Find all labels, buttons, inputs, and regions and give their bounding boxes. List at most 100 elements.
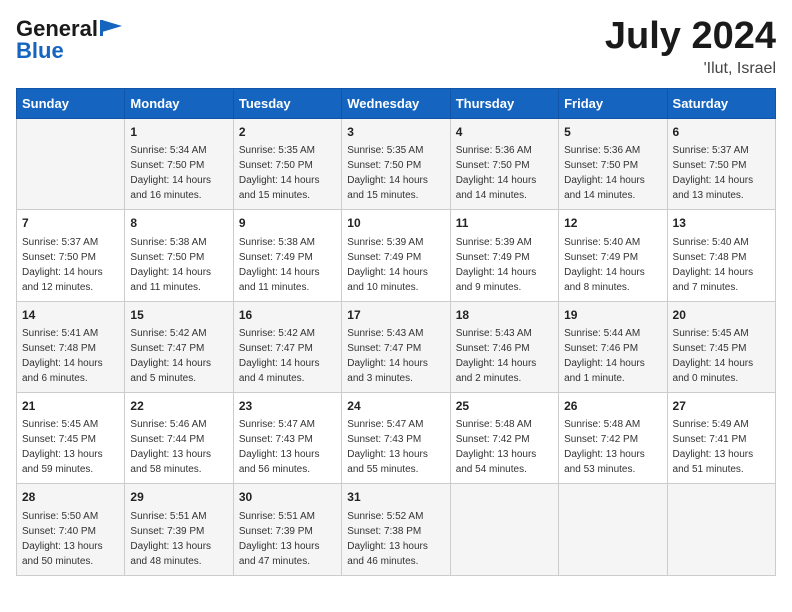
day-number: 7: [22, 215, 119, 232]
day-number: 6: [673, 124, 770, 141]
calendar-cell: [667, 484, 775, 575]
title-block: July 2024 'Ilut, Israel: [605, 16, 776, 78]
calendar-cell: 28 Sunrise: 5:50 AM Sunset: 7:40 PM Dayli…: [17, 484, 125, 575]
calendar-cell: 20 Sunrise: 5:45 AM Sunset: 7:45 PM Dayli…: [667, 301, 775, 392]
logo-blue-text: Blue: [16, 38, 64, 64]
calendar-cell: 2 Sunrise: 5:35 AM Sunset: 7:50 PM Daylig…: [233, 118, 341, 209]
day-number: 15: [130, 307, 227, 324]
calendar-week-row: 21 Sunrise: 5:45 AM Sunset: 7:45 PM Dayli…: [17, 392, 776, 483]
cell-sun-info: Sunrise: 5:40 AM Sunset: 7:49 PM Dayligh…: [564, 235, 661, 295]
cell-sun-info: Sunrise: 5:38 AM Sunset: 7:49 PM Dayligh…: [239, 235, 336, 295]
header-saturday: Saturday: [667, 88, 775, 118]
day-number: 13: [673, 215, 770, 232]
day-number: 20: [673, 307, 770, 324]
day-number: 30: [239, 489, 336, 506]
day-number: 21: [22, 398, 119, 415]
calendar-cell: 8 Sunrise: 5:38 AM Sunset: 7:50 PM Daylig…: [125, 210, 233, 301]
day-number: 31: [347, 489, 444, 506]
calendar-cell: 13 Sunrise: 5:40 AM Sunset: 7:48 PM Dayli…: [667, 210, 775, 301]
cell-sun-info: Sunrise: 5:47 AM Sunset: 7:43 PM Dayligh…: [347, 417, 444, 477]
cell-sun-info: Sunrise: 5:43 AM Sunset: 7:46 PM Dayligh…: [456, 326, 553, 386]
location-subtitle: 'Ilut, Israel: [605, 60, 776, 78]
day-number: 2: [239, 124, 336, 141]
day-number: 4: [456, 124, 553, 141]
day-number: 27: [673, 398, 770, 415]
calendar-cell: 6 Sunrise: 5:37 AM Sunset: 7:50 PM Daylig…: [667, 118, 775, 209]
cell-sun-info: Sunrise: 5:52 AM Sunset: 7:38 PM Dayligh…: [347, 509, 444, 569]
header-sunday: Sunday: [17, 88, 125, 118]
day-number: 23: [239, 398, 336, 415]
calendar-cell: [559, 484, 667, 575]
cell-sun-info: Sunrise: 5:50 AM Sunset: 7:40 PM Dayligh…: [22, 509, 119, 569]
calendar-cell: 15 Sunrise: 5:42 AM Sunset: 7:47 PM Dayli…: [125, 301, 233, 392]
calendar-cell: 17 Sunrise: 5:43 AM Sunset: 7:47 PM Dayli…: [342, 301, 450, 392]
calendar-cell: [17, 118, 125, 209]
calendar-cell: 29 Sunrise: 5:51 AM Sunset: 7:39 PM Dayli…: [125, 484, 233, 575]
calendar-cell: 21 Sunrise: 5:45 AM Sunset: 7:45 PM Dayli…: [17, 392, 125, 483]
header-friday: Friday: [559, 88, 667, 118]
calendar-cell: 9 Sunrise: 5:38 AM Sunset: 7:49 PM Daylig…: [233, 210, 341, 301]
cell-sun-info: Sunrise: 5:47 AM Sunset: 7:43 PM Dayligh…: [239, 417, 336, 477]
calendar-cell: 23 Sunrise: 5:47 AM Sunset: 7:43 PM Dayli…: [233, 392, 341, 483]
day-number: 24: [347, 398, 444, 415]
calendar-cell: 30 Sunrise: 5:51 AM Sunset: 7:39 PM Dayli…: [233, 484, 341, 575]
day-number: 11: [456, 215, 553, 232]
page-header: General Blue July 2024 'Ilut, Israel: [16, 16, 776, 78]
cell-sun-info: Sunrise: 5:41 AM Sunset: 7:48 PM Dayligh…: [22, 326, 119, 386]
month-year-title: July 2024: [605, 16, 776, 58]
cell-sun-info: Sunrise: 5:44 AM Sunset: 7:46 PM Dayligh…: [564, 326, 661, 386]
calendar-cell: 7Sunrise: 5:37 AM Sunset: 7:50 PM Daylig…: [17, 210, 125, 301]
cell-sun-info: Sunrise: 5:48 AM Sunset: 7:42 PM Dayligh…: [564, 417, 661, 477]
calendar-week-row: 1Sunrise: 5:34 AM Sunset: 7:50 PM Daylig…: [17, 118, 776, 209]
day-number: 18: [456, 307, 553, 324]
day-number: 25: [456, 398, 553, 415]
calendar-cell: 22 Sunrise: 5:46 AM Sunset: 7:44 PM Dayli…: [125, 392, 233, 483]
cell-sun-info: Sunrise: 5:36 AM Sunset: 7:50 PM Dayligh…: [564, 143, 661, 203]
day-number: 29: [130, 489, 227, 506]
header-thursday: Thursday: [450, 88, 558, 118]
cell-sun-info: Sunrise: 5:46 AM Sunset: 7:44 PM Dayligh…: [130, 417, 227, 477]
calendar-cell: 14 Sunrise: 5:41 AM Sunset: 7:48 PM Dayli…: [17, 301, 125, 392]
cell-sun-info: Sunrise: 5:45 AM Sunset: 7:45 PM Dayligh…: [673, 326, 770, 386]
calendar-week-row: 7Sunrise: 5:37 AM Sunset: 7:50 PM Daylig…: [17, 210, 776, 301]
day-number: 28: [22, 489, 119, 506]
cell-sun-info: Sunrise: 5:42 AM Sunset: 7:47 PM Dayligh…: [130, 326, 227, 386]
calendar-cell: 25Sunrise: 5:48 AM Sunset: 7:42 PM Dayli…: [450, 392, 558, 483]
cell-sun-info: Sunrise: 5:39 AM Sunset: 7:49 PM Dayligh…: [347, 235, 444, 295]
calendar-cell: 10 Sunrise: 5:39 AM Sunset: 7:49 PM Dayli…: [342, 210, 450, 301]
day-number: 8: [130, 215, 227, 232]
day-number: 17: [347, 307, 444, 324]
cell-sun-info: Sunrise: 5:39 AM Sunset: 7:49 PM Dayligh…: [456, 235, 553, 295]
calendar-header-row: SundayMondayTuesdayWednesdayThursdayFrid…: [17, 88, 776, 118]
calendar-cell: 27 Sunrise: 5:49 AM Sunset: 7:41 PM Dayli…: [667, 392, 775, 483]
day-number: 22: [130, 398, 227, 415]
calendar-cell: 18 Sunrise: 5:43 AM Sunset: 7:46 PM Dayli…: [450, 301, 558, 392]
cell-sun-info: Sunrise: 5:42 AM Sunset: 7:47 PM Dayligh…: [239, 326, 336, 386]
cell-sun-info: Sunrise: 5:43 AM Sunset: 7:47 PM Dayligh…: [347, 326, 444, 386]
cell-sun-info: Sunrise: 5:37 AM Sunset: 7:50 PM Dayligh…: [673, 143, 770, 203]
cell-sun-info: Sunrise: 5:49 AM Sunset: 7:41 PM Dayligh…: [673, 417, 770, 477]
calendar-cell: 31 Sunrise: 5:52 AM Sunset: 7:38 PM Dayli…: [342, 484, 450, 575]
day-number: 12: [564, 215, 661, 232]
calendar-cell: 12 Sunrise: 5:40 AM Sunset: 7:49 PM Dayli…: [559, 210, 667, 301]
calendar-table: SundayMondayTuesdayWednesdayThursdayFrid…: [16, 88, 776, 576]
cell-sun-info: Sunrise: 5:51 AM Sunset: 7:39 PM Dayligh…: [130, 509, 227, 569]
cell-sun-info: Sunrise: 5:34 AM Sunset: 7:50 PM Dayligh…: [130, 143, 227, 203]
calendar-cell: 19 Sunrise: 5:44 AM Sunset: 7:46 PM Dayli…: [559, 301, 667, 392]
calendar-cell: [450, 484, 558, 575]
day-number: 5: [564, 124, 661, 141]
header-monday: Monday: [125, 88, 233, 118]
cell-sun-info: Sunrise: 5:40 AM Sunset: 7:48 PM Dayligh…: [673, 235, 770, 295]
day-number: 14: [22, 307, 119, 324]
logo: General Blue: [16, 16, 122, 64]
day-number: 10: [347, 215, 444, 232]
cell-sun-info: Sunrise: 5:38 AM Sunset: 7:50 PM Dayligh…: [130, 235, 227, 295]
day-number: 19: [564, 307, 661, 324]
cell-sun-info: Sunrise: 5:45 AM Sunset: 7:45 PM Dayligh…: [22, 417, 119, 477]
calendar-cell: 11 Sunrise: 5:39 AM Sunset: 7:49 PM Dayli…: [450, 210, 558, 301]
cell-sun-info: Sunrise: 5:35 AM Sunset: 7:50 PM Dayligh…: [239, 143, 336, 203]
day-number: 9: [239, 215, 336, 232]
cell-sun-info: Sunrise: 5:51 AM Sunset: 7:39 PM Dayligh…: [239, 509, 336, 569]
calendar-cell: 1Sunrise: 5:34 AM Sunset: 7:50 PM Daylig…: [125, 118, 233, 209]
day-number: 3: [347, 124, 444, 141]
